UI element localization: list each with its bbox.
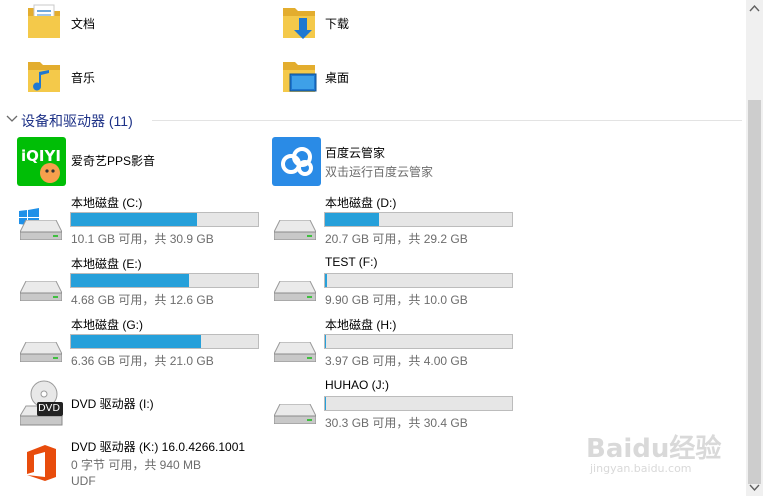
drive-usage-bar bbox=[70, 273, 259, 288]
drive-usage-bar bbox=[324, 273, 513, 288]
baidu-cloud-icon bbox=[272, 137, 321, 186]
drive-usage-fill bbox=[325, 335, 327, 348]
folder-downloads[interactable]: 下载 bbox=[277, 2, 517, 44]
chevron-down-icon[interactable] bbox=[6, 114, 18, 124]
app-name: 爱奇艺PPS影音 bbox=[71, 154, 156, 168]
drive-dvd-i[interactable]: DVD DVD 驱动器 (I:) bbox=[17, 376, 267, 432]
drive-f[interactable]: TEST (F:) 9.90 GB 可用，共 10.0 GB bbox=[271, 253, 521, 309]
drive-usage-fill bbox=[71, 335, 202, 348]
hard-drive-icon bbox=[274, 404, 316, 424]
drive-free-space: 9.90 GB 可用，共 10.0 GB bbox=[325, 293, 468, 307]
drive-free-space: 3.97 GB 可用，共 4.00 GB bbox=[325, 354, 468, 368]
vertical-scrollbar[interactable] bbox=[746, 0, 763, 496]
folder-music[interactable]: 音乐 bbox=[22, 56, 262, 98]
hard-drive-icon bbox=[274, 342, 316, 362]
drive-e[interactable]: 本地磁盘 (E:) 4.68 GB 可用，共 12.6 GB bbox=[17, 253, 267, 309]
drive-usage-fill bbox=[325, 274, 327, 287]
drive-name: HUHAO (J:) bbox=[325, 378, 389, 392]
folder-label: 文档 bbox=[71, 17, 96, 31]
section-header-devices[interactable]: 设备和驱动器 (11) bbox=[4, 109, 744, 131]
drive-usage-fill bbox=[71, 213, 197, 226]
documents-folder-icon bbox=[28, 4, 60, 38]
scroll-up-arrow-icon[interactable] bbox=[746, 0, 763, 17]
watermark-brand: Baidu经验 bbox=[586, 434, 722, 464]
desktop-folder-icon bbox=[283, 62, 317, 92]
folder-label: 桌面 bbox=[325, 71, 350, 85]
drive-dvd-k[interactable]: DVD 驱动器 (K:) 16.0.4266.1001 0 字节 可用，共 94… bbox=[17, 436, 317, 494]
drive-usage-bar bbox=[324, 396, 513, 411]
downloads-folder-icon bbox=[283, 8, 315, 39]
drive-usage-bar bbox=[324, 212, 513, 227]
app-baidu-cloud[interactable]: 百度云管家 双击运行百度云管家 bbox=[272, 137, 532, 187]
section-divider bbox=[152, 120, 742, 121]
drive-g[interactable]: 本地磁盘 (G:) 6.36 GB 可用，共 21.0 GB bbox=[17, 314, 267, 370]
drive-usage-fill bbox=[325, 397, 327, 410]
drive-name: DVD 驱动器 (I:) bbox=[71, 397, 154, 411]
drive-free-space: 6.36 GB 可用，共 21.0 GB bbox=[71, 354, 214, 368]
hard-drive-icon bbox=[20, 281, 62, 301]
drive-name: 本地磁盘 (C:) bbox=[71, 196, 143, 210]
drive-filesystem: UDF bbox=[71, 474, 96, 488]
drive-d[interactable]: 本地磁盘 (D:) 20.7 GB 可用，共 29.2 GB bbox=[271, 192, 521, 248]
drive-name: 本地磁盘 (E:) bbox=[71, 257, 142, 271]
svg-text:iQIYI: iQIYI bbox=[21, 147, 61, 165]
drive-free-space: 20.7 GB 可用，共 29.2 GB bbox=[325, 232, 468, 246]
drive-free-space: 4.68 GB 可用，共 12.6 GB bbox=[71, 293, 214, 307]
folder-label: 音乐 bbox=[71, 71, 96, 85]
office-icon bbox=[27, 445, 56, 481]
section-title: 设备和驱动器 (11) bbox=[21, 113, 133, 129]
scroll-thumb[interactable] bbox=[748, 100, 761, 484]
hard-drive-icon bbox=[274, 220, 316, 240]
baidu-watermark: Baidu经验 jingyan.baidu.com bbox=[586, 426, 726, 486]
drive-name: 本地磁盘 (H:) bbox=[325, 318, 397, 332]
hard-drive-icon bbox=[20, 220, 62, 240]
watermark-url: jingyan.baidu.com bbox=[590, 462, 692, 475]
drive-usage-bar bbox=[324, 334, 513, 349]
app-description: 双击运行百度云管家 bbox=[325, 165, 434, 179]
drive-free-space: 10.1 GB 可用，共 30.9 GB bbox=[71, 232, 214, 246]
folder-documents[interactable]: 文档 bbox=[22, 2, 262, 44]
drive-name: TEST (F:) bbox=[325, 255, 378, 269]
drive-name: DVD 驱动器 (K:) 16.0.4266.1001 bbox=[71, 440, 246, 454]
drive-usage-bar bbox=[70, 334, 259, 349]
drive-usage-fill bbox=[325, 213, 380, 226]
drive-c[interactable]: 本地磁盘 (C:) 10.1 GB 可用，共 30.9 GB bbox=[17, 192, 267, 248]
drive-free-space: 0 字节 可用，共 940 MB bbox=[71, 458, 202, 472]
drive-free-space: 30.3 GB 可用，共 30.4 GB bbox=[325, 416, 468, 430]
iqiyi-icon: iQIYI bbox=[17, 137, 66, 186]
drive-name: 本地磁盘 (G:) bbox=[71, 318, 143, 332]
scroll-down-arrow-icon[interactable] bbox=[746, 479, 763, 496]
drive-j[interactable]: HUHAO (J:) 30.3 GB 可用，共 30.4 GB bbox=[271, 376, 521, 432]
music-folder-icon bbox=[28, 62, 60, 92]
dvd-badge: DVD bbox=[38, 403, 61, 414]
hard-drive-icon bbox=[274, 281, 316, 301]
drive-h[interactable]: 本地磁盘 (H:) 3.97 GB 可用，共 4.00 GB bbox=[271, 314, 521, 370]
folder-desktop[interactable]: 桌面 bbox=[277, 56, 517, 98]
app-name: 百度云管家 bbox=[325, 146, 386, 160]
folder-label: 下载 bbox=[325, 17, 350, 31]
drive-usage-bar bbox=[70, 212, 259, 227]
hard-drive-icon bbox=[20, 342, 62, 362]
app-iqiyi[interactable]: iQIYI 爱奇艺PPS影音 bbox=[17, 137, 267, 187]
drive-usage-fill bbox=[71, 274, 189, 287]
drive-name: 本地磁盘 (D:) bbox=[325, 196, 397, 210]
